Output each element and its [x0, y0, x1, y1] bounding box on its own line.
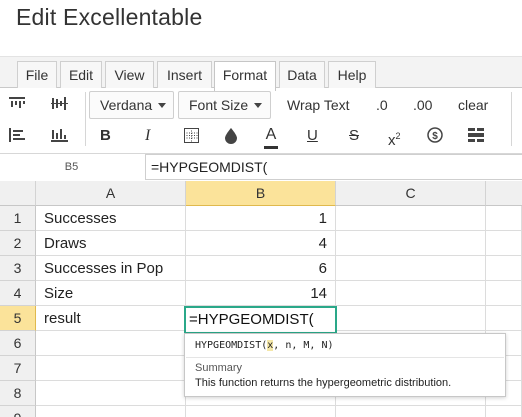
italic-button[interactable]: I: [145, 126, 150, 146]
ribbon-divider: [85, 92, 86, 146]
cell-d1[interactable]: [486, 206, 522, 231]
clear-format-button[interactable]: clear: [458, 95, 488, 115]
font-family-select[interactable]: Verdana: [89, 91, 174, 119]
wrap-text-button[interactable]: Wrap Text: [287, 95, 350, 115]
row-header[interactable]: 2: [0, 231, 36, 256]
increase-decimal-button[interactable]: .00: [413, 95, 432, 115]
row-header[interactable]: 7: [0, 356, 36, 381]
cell-a5[interactable]: result: [36, 306, 186, 331]
cell-reference-box[interactable]: B5: [0, 154, 143, 181]
font-color-swatch: [264, 146, 278, 149]
tab-data[interactable]: Data: [279, 61, 325, 90]
cell-d9[interactable]: [486, 406, 522, 417]
column-header-d[interactable]: [486, 181, 522, 206]
cell-a9[interactable]: [36, 406, 186, 417]
function-signature: HYPGEOMDIST(x, n, M, N): [195, 339, 334, 353]
chevron-down-icon: [158, 102, 167, 108]
font-color-button[interactable]: A: [264, 124, 278, 149]
align-middle-icon[interactable]: [51, 96, 68, 112]
currency-icon[interactable]: $: [427, 127, 443, 143]
bold-button[interactable]: B: [100, 126, 111, 146]
cell-a6[interactable]: [36, 331, 186, 356]
cell-b9[interactable]: [186, 406, 336, 417]
row-header[interactable]: 8: [0, 381, 36, 406]
borders-icon[interactable]: [184, 128, 199, 143]
font-size-value: Font Size: [189, 97, 249, 113]
tab-format[interactable]: Format: [214, 61, 276, 91]
active-cell-editor[interactable]: =HYPGEOMDIST(: [184, 306, 337, 334]
row-header[interactable]: 9: [0, 406, 36, 417]
cell-a3[interactable]: Successes in Pop: [36, 256, 186, 281]
tab-file[interactable]: File: [17, 61, 57, 90]
merge-cells-icon[interactable]: [468, 128, 484, 142]
cell-a2[interactable]: Draws: [36, 231, 186, 256]
tab-view[interactable]: View: [105, 61, 154, 90]
tab-help[interactable]: Help: [328, 61, 376, 90]
cell-c3[interactable]: [336, 256, 486, 281]
tab-edit[interactable]: Edit: [60, 61, 102, 90]
cell-c5[interactable]: [336, 306, 486, 331]
cell-a1[interactable]: Successes: [36, 206, 186, 231]
superscript-base: x: [388, 132, 396, 149]
decrease-decimal-button[interactable]: .0: [376, 95, 388, 115]
superscript-exponent: 2: [395, 131, 401, 141]
select-all-corner[interactable]: [0, 181, 36, 206]
cell-a7[interactable]: [36, 356, 186, 381]
ribbon-divider: [511, 92, 512, 146]
function-description: This function returns the hypergeometric…: [195, 377, 452, 389]
function-name: HYPGEOMDIST(: [195, 340, 268, 351]
cell-d5[interactable]: [486, 306, 522, 331]
menu-tab-bar: File Edit View Insert Format Data Help: [0, 56, 522, 91]
font-size-select[interactable]: Font Size: [178, 91, 271, 119]
page-title: Edit Excellentable: [16, 4, 203, 30]
cell-d4[interactable]: [486, 281, 522, 306]
row-header[interactable]: 3: [0, 256, 36, 281]
cell-c9[interactable]: [336, 406, 486, 417]
tooltip-divider: [186, 357, 504, 358]
cell-c2[interactable]: [336, 231, 486, 256]
format-ribbon: Verdana Font Size Wrap Text .0 .00 clear…: [0, 88, 522, 151]
column-header-c[interactable]: C: [336, 181, 486, 206]
cell-b1[interactable]: 1: [186, 206, 336, 231]
align-bottom-icon[interactable]: [51, 127, 68, 143]
remaining-arguments: , n, M, N): [273, 340, 334, 351]
summary-label: Summary: [195, 362, 243, 374]
tab-insert[interactable]: Insert: [157, 61, 212, 90]
align-left-icon[interactable]: [9, 127, 25, 143]
svg-text:$: $: [432, 131, 438, 142]
formula-bar: B5 =HYPGEOMDIST(: [0, 153, 522, 181]
cell-a4[interactable]: Size: [36, 281, 186, 306]
formula-input[interactable]: =HYPGEOMDIST(: [145, 154, 522, 180]
column-header-b[interactable]: B: [186, 181, 336, 206]
align-top-icon[interactable]: [9, 96, 25, 112]
cell-c1[interactable]: [336, 206, 486, 231]
chevron-down-icon: [254, 102, 263, 108]
cell-b4[interactable]: 14: [186, 281, 336, 306]
row-header[interactable]: 6: [0, 331, 36, 356]
row-header[interactable]: 1: [0, 206, 36, 231]
row-header[interactable]: 4: [0, 281, 36, 306]
cell-b2[interactable]: 4: [186, 231, 336, 256]
font-family-value: Verdana: [100, 97, 153, 113]
cell-c4[interactable]: [336, 281, 486, 306]
function-hint-tooltip: HYPGEOMDIST(x, n, M, N) Summary This fun…: [184, 333, 506, 397]
underline-button[interactable]: U: [307, 126, 318, 146]
font-color-letter: A: [265, 126, 277, 143]
cell-d2[interactable]: [486, 231, 522, 256]
cell-d3[interactable]: [486, 256, 522, 281]
superscript-button[interactable]: x2: [388, 126, 401, 151]
column-header-a[interactable]: A: [36, 181, 186, 206]
fill-color-icon[interactable]: [224, 127, 238, 144]
cell-a8[interactable]: [36, 381, 186, 406]
row-header[interactable]: 5: [0, 306, 36, 331]
strikethrough-button[interactable]: S: [349, 126, 359, 146]
cell-b3[interactable]: 6: [186, 256, 336, 281]
